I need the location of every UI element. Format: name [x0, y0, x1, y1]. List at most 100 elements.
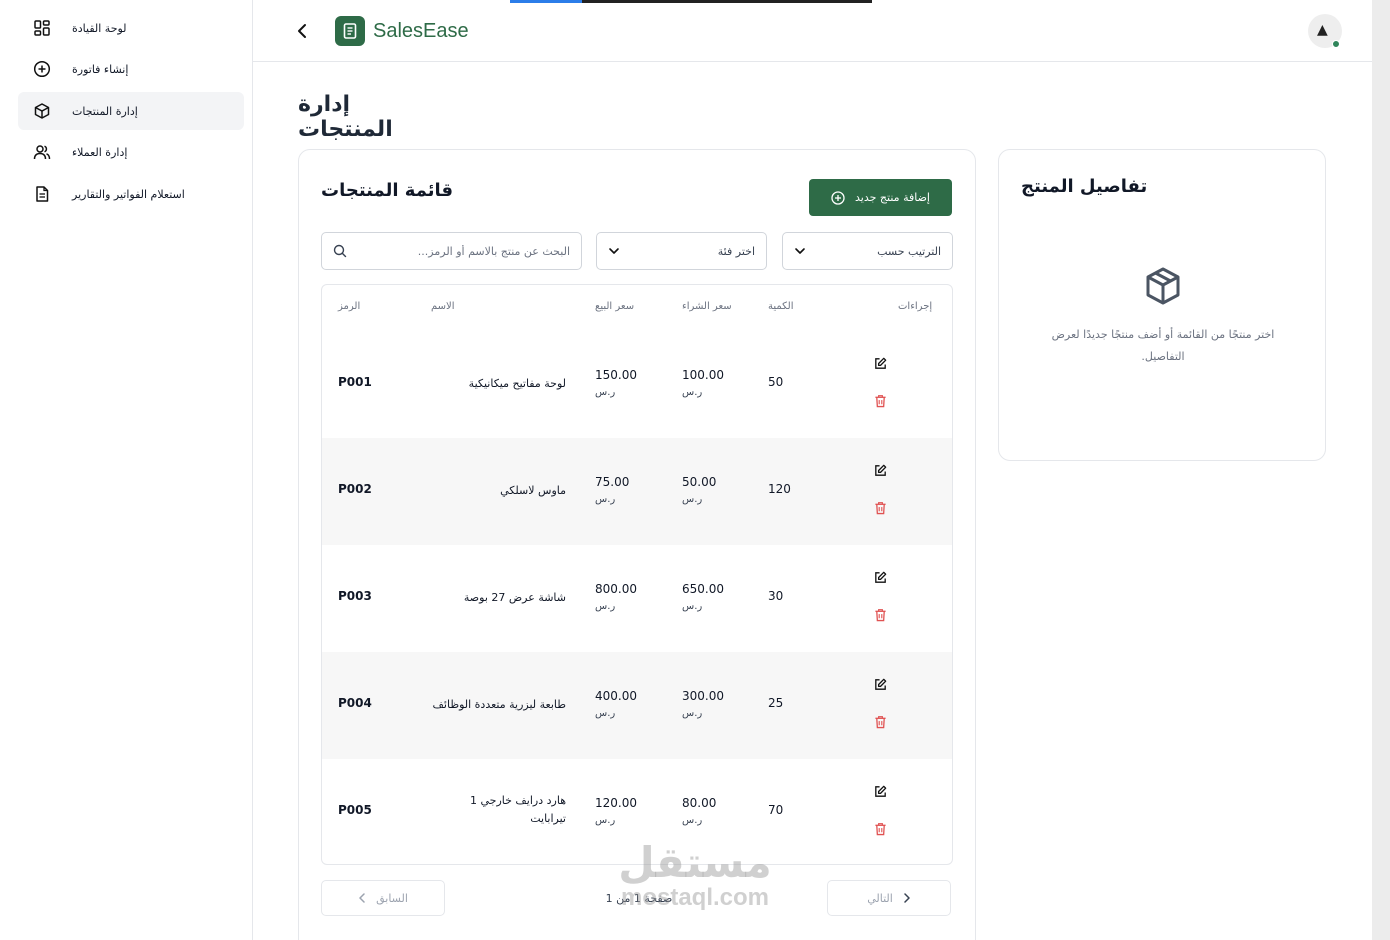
product-name: لوحة مفاتيح ميكانيكية — [468, 377, 566, 390]
edit-button[interactable] — [870, 353, 890, 373]
category-select[interactable]: اختر فئة — [596, 232, 767, 270]
sidebar-item-customers[interactable]: إدارة العملاء — [18, 133, 244, 171]
sell-price: 400.00 ر.س — [595, 687, 637, 723]
products-table: الرمز الاسم سعر البيع سعر الشراء الكمية … — [321, 284, 953, 865]
edit-icon — [874, 785, 886, 797]
quantity: 120 — [768, 482, 791, 496]
chevron-left-icon — [298, 24, 306, 38]
sell-price-value: 400.00 — [595, 689, 637, 703]
product-name: شاشة عرض 27 بوصة — [463, 591, 566, 604]
column-header-buy-price[interactable]: سعر الشراء — [682, 301, 732, 312]
category-select-value: اختر فئة — [717, 244, 755, 258]
edit-icon — [874, 678, 886, 690]
app-name: SalesEase — [373, 19, 469, 42]
sidebar: لوحة القيادة إنشاء فاتورة إدارة المنتجات… — [0, 0, 253, 940]
users-icon — [32, 142, 52, 162]
product-code: P005 — [338, 803, 372, 817]
currency: ر.س — [595, 601, 616, 612]
add-product-label: إضافة منتج جديد — [855, 191, 930, 204]
buy-price: 50.00 ر.س — [682, 473, 716, 509]
box-icon — [32, 101, 52, 121]
invoice-logo-icon — [335, 16, 365, 46]
sell-price: 75.00 ر.س — [595, 473, 629, 509]
trash-icon — [874, 609, 886, 622]
sell-price-value: 75.00 — [595, 475, 630, 489]
sell-price-value: 150.00 — [595, 368, 637, 382]
product-details-card: تفاصيل المنتج اختر منتجًا من القائمة أو … — [998, 149, 1326, 461]
buy-price-value: 300.00 — [682, 689, 724, 703]
delete-button[interactable] — [870, 498, 890, 518]
edit-button[interactable] — [870, 674, 890, 694]
chevron-down-icon — [795, 248, 805, 254]
edit-icon — [874, 571, 886, 583]
back-button[interactable] — [292, 20, 312, 42]
product-name: ماوس لاسلكي — [500, 484, 566, 497]
table-row[interactable]: P004 طابعة ليزرية متعددة الوظائف 400.00 ر… — [322, 652, 952, 759]
edit-icon — [874, 464, 886, 476]
dashboard-icon — [32, 18, 52, 38]
table-row[interactable]: P003 شاشة عرض 27 بوصة 800.00 ر.س 650.00 ر.… — [322, 545, 952, 652]
table-row[interactable]: P005 هارد درايف خارجي 1 تيرابايت 120.00 ر… — [322, 759, 952, 864]
edit-button[interactable] — [870, 460, 890, 480]
delete-button[interactable] — [870, 712, 890, 732]
delete-button[interactable] — [870, 605, 890, 625]
page-title: إدارة المنتجات — [298, 92, 393, 142]
previous-page-label: السابق — [376, 891, 408, 905]
box-icon — [1146, 267, 1180, 305]
column-header-code[interactable]: الرمز — [338, 301, 360, 312]
column-header-qty[interactable]: الكمية — [768, 301, 794, 312]
currency: ر.س — [682, 387, 703, 398]
table-row[interactable]: P001 لوحة مفاتيح ميكانيكية 150.00 ر.س 100… — [322, 331, 952, 438]
delete-button[interactable] — [870, 819, 890, 839]
sidebar-item-label: استعلام الفواتير والتقارير — [72, 187, 185, 201]
next-page-button[interactable]: التالي — [827, 880, 951, 916]
column-header-sell-price[interactable]: سعر البيع — [595, 301, 634, 312]
search-box — [321, 232, 582, 270]
sidebar-item-label: إنشاء فاتورة — [72, 62, 129, 76]
table-row[interactable]: P002 ماوس لاسلكي 75.00 ر.س 50.00 ر.س 120 — [322, 438, 952, 545]
currency: ر.س — [682, 708, 703, 719]
buy-price: 100.00 ر.س — [682, 366, 724, 402]
previous-page-button[interactable]: السابق — [321, 880, 445, 916]
delete-button[interactable] — [870, 391, 890, 411]
sell-price: 120.00 ر.س — [595, 794, 637, 830]
trash-icon — [874, 395, 886, 408]
sidebar-item-dashboard[interactable]: لوحة القيادة — [18, 9, 244, 47]
product-details-title: تفاصيل المنتج — [1021, 176, 1148, 197]
currency: ر.س — [682, 494, 703, 505]
edit-button[interactable] — [870, 781, 890, 801]
product-code: P002 — [338, 482, 372, 496]
user-icon: ▲ — [1317, 22, 1328, 38]
add-product-button[interactable]: إضافة منتج جديد — [809, 179, 952, 216]
sidebar-item-create-invoice[interactable]: إنشاء فاتورة — [18, 50, 244, 88]
sell-price: 800.00 ر.س — [595, 580, 637, 616]
online-status-dot — [1332, 40, 1340, 48]
sell-price: 150.00 ر.س — [595, 366, 637, 402]
document-icon — [32, 184, 52, 204]
quantity: 25 — [768, 696, 784, 710]
plus-circle-icon — [32, 59, 52, 79]
product-code: P001 — [338, 375, 372, 389]
sell-price-value: 120.00 — [595, 796, 637, 810]
sort-select[interactable]: الترتيب حسب — [782, 232, 953, 270]
search-input[interactable] — [370, 244, 570, 258]
app-logo[interactable]: SalesEase — [335, 16, 469, 46]
buy-price-value: 100.00 — [682, 368, 724, 382]
edit-button[interactable] — [870, 567, 890, 587]
column-header-name[interactable]: الاسم — [431, 301, 455, 312]
sidebar-item-products[interactable]: إدارة المنتجات — [18, 92, 244, 130]
sidebar-item-label: لوحة القيادة — [72, 21, 127, 35]
buy-price-value: 50.00 — [682, 475, 717, 489]
currency: ر.س — [595, 708, 616, 719]
sidebar-item-label: إدارة العملاء — [72, 145, 128, 159]
product-name: طابعة ليزرية متعددة الوظائف — [432, 698, 566, 711]
product-code: P004 — [338, 696, 372, 710]
sell-price-value: 800.00 — [595, 582, 637, 596]
chevron-down-icon — [609, 248, 619, 254]
column-header-actions: إجراءات — [898, 301, 933, 312]
next-page-label: التالي — [867, 891, 893, 905]
trash-icon — [874, 716, 886, 729]
sidebar-item-reports[interactable]: استعلام الفواتير والتقارير — [18, 175, 244, 213]
currency: ر.س — [682, 815, 703, 826]
product-list-card: قائمة المنتجات إضافة منتج جديد اختر فئة … — [298, 149, 976, 940]
